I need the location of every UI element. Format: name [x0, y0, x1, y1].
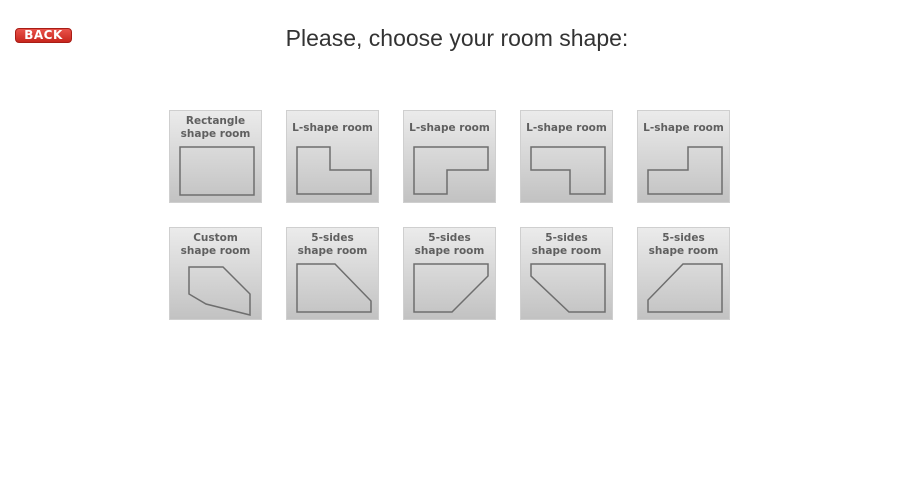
l-shape-room-option-4[interactable]: L-shape room — [637, 110, 730, 203]
five-sided-room-option-4[interactable]: 5-sides shape room — [637, 227, 730, 320]
l-shape-room-icon — [296, 146, 372, 195]
l-shape-room-option-3[interactable]: L-shape room — [520, 110, 613, 203]
five-sided-room-option-2[interactable]: 5-sides shape room — [403, 227, 496, 320]
l-shape-room-icon — [413, 146, 489, 195]
l-shape-room-icon — [647, 146, 723, 195]
custom-room-option[interactable]: Custom shape room — [169, 227, 262, 320]
custom-room-icon — [188, 266, 251, 316]
shape-row-2: Custom shape room 5-sides shape room 5-s… — [169, 227, 733, 320]
l-shape-room-option-1[interactable]: L-shape room — [286, 110, 379, 203]
l-shape-room-option-2[interactable]: L-shape room — [403, 110, 496, 203]
five-sided-room-icon — [296, 263, 372, 313]
rectangle-room-option[interactable]: Rectangle shape room — [169, 110, 262, 203]
five-sided-room-icon — [530, 263, 606, 313]
rectangle-room-icon — [179, 146, 255, 196]
shape-row-1: Rectangle shape room L-shape room L-shap… — [169, 110, 733, 203]
page-title: Please, choose your room shape: — [285, 25, 629, 51]
five-sided-room-icon — [413, 263, 489, 313]
five-sided-room-icon — [647, 263, 723, 313]
room-shape-grid: Rectangle shape room L-shape room L-shap… — [169, 110, 733, 344]
five-sided-room-option-1[interactable]: 5-sides shape room — [286, 227, 379, 320]
l-shape-room-icon — [530, 146, 606, 195]
five-sided-room-option-3[interactable]: 5-sides shape room — [520, 227, 613, 320]
